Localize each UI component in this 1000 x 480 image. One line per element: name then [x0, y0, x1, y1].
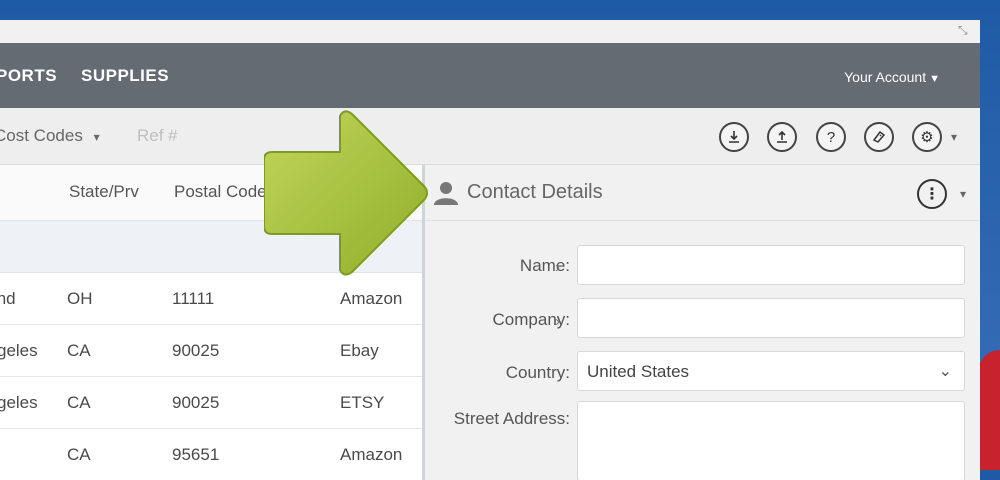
- chevron-down-icon: ▾: [93, 130, 100, 144]
- chevron-right-icon[interactable]: ›: [555, 259, 560, 276]
- country-value: United States: [587, 362, 690, 381]
- company-field[interactable]: [577, 298, 965, 338]
- label-icon[interactable]: [864, 122, 894, 152]
- account-label: Your Account: [844, 69, 927, 85]
- country-select[interactable]: United States ⌄: [577, 351, 965, 391]
- nav-supplies[interactable]: SUPPLIES: [81, 66, 169, 86]
- cell-source: Amazon: [340, 289, 403, 308]
- contact-details-panel: Contact Details ⋮ ▾ Name: › Company: › C…: [425, 165, 980, 480]
- cell-postal: 11111: [172, 289, 215, 308]
- cell-source: ETSY: [340, 393, 385, 412]
- cell-state: CA: [67, 341, 91, 360]
- chevron-right-icon[interactable]: ›: [555, 313, 560, 330]
- name-field[interactable]: [577, 245, 965, 285]
- column-header-state[interactable]: State/Prv: [69, 182, 139, 202]
- table-row[interactable]: Cleveland OH 11111 Amazon: [0, 273, 422, 325]
- cell-city: Los Angeles: [0, 393, 38, 412]
- cost-codes-dropdown[interactable]: Cost Codes ▾: [0, 126, 100, 146]
- chevron-down-icon[interactable]: ▾: [960, 187, 966, 201]
- window-titlebar: ⤡: [0, 20, 980, 44]
- cell-postal: 95651: [172, 445, 220, 464]
- cell-city: Los Angeles: [0, 341, 38, 360]
- name-label: Name:: [519, 256, 570, 275]
- toolbar: Cost Codes ▾ Ref # ? ⚙ ▾: [0, 108, 980, 165]
- column-header-postal-code[interactable]: Postal Code: [174, 182, 267, 202]
- cell-postal: 90025: [172, 393, 220, 412]
- contact-details-title: Contact Details: [467, 181, 603, 203]
- cell-state: CA: [67, 393, 91, 412]
- street-address-field[interactable]: [577, 401, 965, 480]
- chevron-down-icon: ⌄: [938, 363, 952, 380]
- country-label: Country:: [505, 363, 570, 382]
- cell-source: Ebay: [340, 341, 379, 360]
- table-row[interactable]: CA 95651 Amazon: [0, 429, 422, 480]
- cell-state: OH: [67, 289, 93, 308]
- main-navbar: PORTS SUPPLIES Your Account ▼: [0, 43, 980, 108]
- desktop-background-accent: [978, 350, 1000, 470]
- cell-postal: 90025: [172, 341, 220, 360]
- cell-city: Cleveland: [0, 289, 16, 308]
- table-row[interactable]: Los Angeles CA 90025 ETSY: [0, 377, 422, 429]
- cost-codes-label: Cost Codes: [0, 126, 83, 145]
- your-account-menu[interactable]: Your Account ▼: [844, 69, 940, 85]
- fullscreen-icon[interactable]: ⤡: [958, 23, 972, 37]
- street-address-label: Street Address:: [453, 409, 570, 428]
- ref-number-input[interactable]: Ref #: [137, 126, 178, 146]
- gear-icon[interactable]: ⚙: [912, 122, 942, 152]
- contact-details-header: Contact Details ⋮ ▾: [425, 165, 980, 221]
- arrow-pointer-icon: [264, 110, 428, 276]
- cell-source: Amazon: [340, 445, 403, 464]
- nav-reports[interactable]: PORTS: [0, 66, 57, 86]
- chevron-down-icon: ▼: [929, 73, 940, 85]
- table-row[interactable]: Los Angeles CA 90025 Ebay: [0, 325, 422, 377]
- help-icon[interactable]: ?: [816, 122, 846, 152]
- cell-state: CA: [67, 445, 91, 464]
- upload-icon[interactable]: [767, 122, 797, 152]
- more-options-icon[interactable]: ⋮: [917, 179, 947, 209]
- person-icon: [434, 182, 458, 205]
- chevron-down-icon[interactable]: ▾: [951, 130, 957, 144]
- app-window: ⤡ PORTS SUPPLIES Your Account ▼ Cost Code…: [0, 20, 980, 480]
- download-icon[interactable]: [719, 122, 749, 152]
